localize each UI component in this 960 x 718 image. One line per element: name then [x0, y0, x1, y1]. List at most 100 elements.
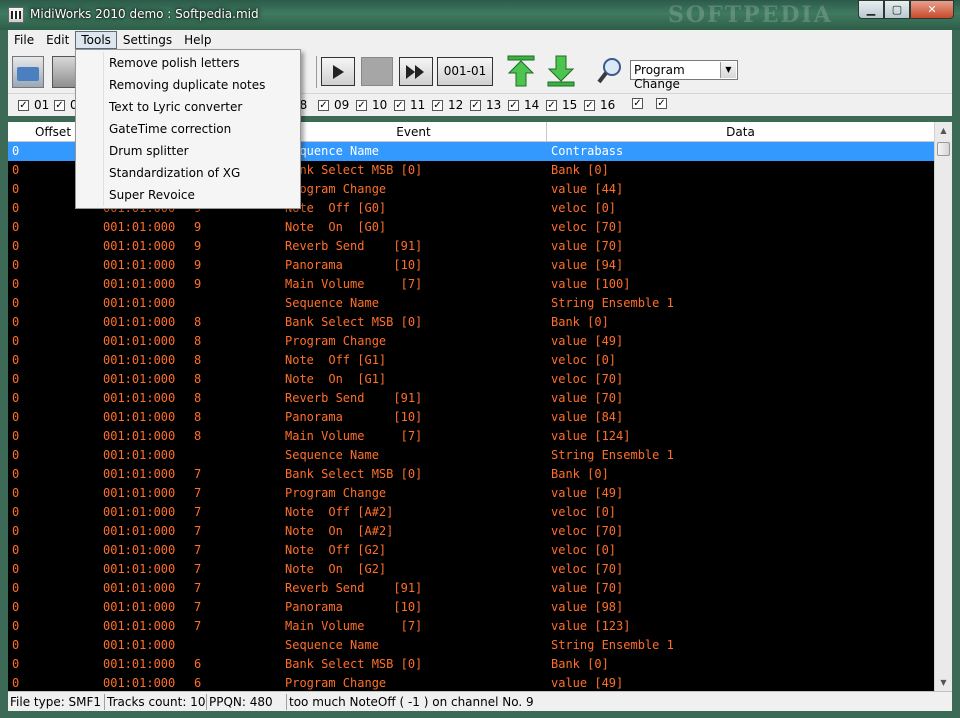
menu-file[interactable]: File: [8, 31, 40, 49]
table-row[interactable]: 0 001:01:000 8 Reverb Send [91] value [70]: [8, 389, 934, 408]
title-bar[interactable]: MidiWorks 2010 demo : Softpedia.mid SOFT…: [0, 0, 960, 30]
table-row[interactable]: 0 001:01:000 7 Panorama [10] value [98]: [8, 598, 934, 617]
checkbox[interactable]: ✓: [584, 99, 595, 111]
channel-toggle[interactable]: ✓ 12: [432, 98, 463, 112]
row-data: value [49]: [551, 334, 624, 348]
checkbox[interactable]: ✓: [318, 99, 329, 111]
maximize-button[interactable]: ▢: [884, 0, 910, 19]
row-event: Main Volume [7]: [285, 619, 423, 633]
column-event[interactable]: Event: [281, 122, 547, 142]
checkbox[interactable]: ✓: [54, 99, 65, 111]
channel-all-toggle[interactable]: ✓: [632, 98, 648, 109]
table-row[interactable]: 0 001:01:000 8 Program Change value [49]: [8, 332, 934, 351]
table-row[interactable]: 0 001:01:000 7 Note On [A#2] veloc [70]: [8, 522, 934, 541]
table-row[interactable]: 0 001:01:000 8 Main Volume [7] value [124]: [8, 427, 934, 446]
channel-toggle[interactable]: ✓ 15: [546, 98, 577, 112]
position-counter[interactable]: 001-01: [437, 57, 493, 86]
table-row[interactable]: 0 001:01:000 8 Note On [G1] veloc [70]: [8, 370, 934, 389]
scroll-up-icon[interactable]: ▲: [935, 122, 952, 139]
search-icon[interactable]: [596, 56, 624, 86]
table-row[interactable]: 0 001:01:000 7 Note Off [A#2] veloc [0]: [8, 503, 934, 522]
channel-toggle[interactable]: ✓ 14: [508, 98, 539, 112]
table-row[interactable]: 0 001:01:000 7 Note Off [G2] veloc [0]: [8, 541, 934, 560]
menu-edit[interactable]: Edit: [40, 31, 75, 49]
checkbox[interactable]: ✓: [432, 99, 443, 111]
app-icon[interactable]: [8, 7, 24, 23]
channel-toggle[interactable]: ✓ 09: [318, 98, 349, 112]
stop-button[interactable]: [361, 57, 393, 86]
fast-forward-button[interactable]: [399, 57, 433, 86]
row-data: value [124]: [551, 429, 631, 443]
table-row[interactable]: 0 001:01:000 7 Note On [G2] veloc [70]: [8, 560, 934, 579]
close-button[interactable]: ✕: [910, 0, 954, 19]
chevron-down-icon[interactable]: ▼: [720, 62, 736, 78]
row-track: 7: [194, 562, 202, 576]
column-data[interactable]: Data: [547, 122, 934, 142]
event-list[interactable]: 0 Sequence Name Contrabass 0 Bank Select MSB…: [8, 142, 934, 691]
table-row[interactable]: 0 001:01:000 7 Bank Select MSB [0] Bank [0]: [8, 465, 934, 484]
table-row[interactable]: 0 001:01:000 7 Program Change value [49]: [8, 484, 934, 503]
row-track: 8: [194, 410, 202, 424]
table-row[interactable]: 0 001:01:000 Sequence Name String Ensemble …: [8, 636, 934, 655]
row-data: value [49]: [551, 676, 624, 690]
table-row[interactable]: 0 001:01:000 8 Note Off [G1] veloc [0]: [8, 351, 934, 370]
move-down-icon[interactable]: [546, 54, 576, 88]
vertical-scrollbar[interactable]: ▲ ▼: [934, 122, 952, 691]
row-offset: 0: [12, 410, 20, 424]
row-data: String Ensemble 1: [551, 296, 674, 310]
checkbox[interactable]: ✓: [18, 99, 29, 111]
channel-toggle[interactable]: ✓ 10: [356, 98, 387, 112]
row-offset: 0: [12, 676, 20, 690]
minimize-button[interactable]: ▁: [858, 0, 884, 19]
row-event: Main Volume [7]: [285, 277, 423, 291]
table-row[interactable]: 0 001:01:000 9 Panorama [10] value [94]: [8, 256, 934, 275]
row-time: 001:01:000: [103, 448, 176, 462]
open-folder-icon[interactable]: [12, 56, 44, 88]
row-time: 001:01:000: [103, 410, 176, 424]
table-row[interactable]: 0 001:01:000 7 Main Volume [7] value [123]: [8, 617, 934, 636]
play-button[interactable]: [321, 57, 355, 86]
table-row[interactable]: 0 001:01:000 6 Program Change value [49]: [8, 674, 934, 691]
table-row[interactable]: 0 001:01:000 8 Bank Select MSB [0] Bank [0]: [8, 313, 934, 332]
menu-tools[interactable]: Tools: [75, 31, 117, 49]
checkbox[interactable]: ✓: [394, 99, 405, 111]
row-offset: 0: [12, 144, 20, 158]
menu-drum-splitter[interactable]: Drum splitter: [76, 140, 300, 162]
table-row[interactable]: 0 001:01:000 9 Reverb Send [91] value [70]: [8, 237, 934, 256]
table-row[interactable]: 0 001:01:000 7 Reverb Send [91] value [70]: [8, 579, 934, 598]
row-offset: 0: [12, 372, 20, 386]
table-row[interactable]: 0 001:01:000 Sequence Name String Ensemble …: [8, 294, 934, 313]
table-row[interactable]: 0 001:01:000 9 Main Volume [7] value [100]: [8, 275, 934, 294]
table-row[interactable]: 0 001:01:000 6 Bank Select MSB [0] Bank [0]: [8, 655, 934, 674]
row-data: Bank [0]: [551, 315, 609, 329]
checkbox[interactable]: ✓: [470, 99, 481, 111]
menu-help[interactable]: Help: [178, 31, 217, 49]
menu-gatetime-correction[interactable]: GateTime correction: [76, 118, 300, 140]
checkbox[interactable]: ✓: [656, 98, 667, 109]
menu-text-to-lyric-converter[interactable]: Text to Lyric converter: [76, 96, 300, 118]
menu-removing-duplicate-notes[interactable]: Removing duplicate notes: [76, 74, 300, 96]
channel-toggle[interactable]: ✓ 13: [470, 98, 501, 112]
checkbox[interactable]: ✓: [508, 99, 519, 111]
scroll-down-icon[interactable]: ▼: [935, 674, 952, 691]
menu-settings[interactable]: Settings: [117, 31, 178, 49]
table-row[interactable]: 0 001:01:000 Sequence Name String Ensemble …: [8, 446, 934, 465]
event-filter-select[interactable]: Program Change ▼: [630, 60, 738, 91]
channel-toggle[interactable]: ✓ 11: [394, 98, 425, 112]
channel-label: 13: [486, 98, 502, 112]
checkbox[interactable]: ✓: [546, 99, 557, 111]
menu-remove-polish-letters[interactable]: Remove polish letters: [76, 52, 300, 74]
move-up-icon[interactable]: [506, 54, 536, 88]
channel-toggle[interactable]: ✓ 01: [18, 98, 49, 112]
menu-standardization-of-xg[interactable]: Standardization of XG: [76, 162, 300, 184]
table-row[interactable]: 0 001:01:000 9 Note On [G0] veloc [70]: [8, 218, 934, 237]
row-offset: 0: [12, 467, 20, 481]
channel-none-toggle[interactable]: ✓: [656, 98, 672, 109]
checkbox[interactable]: ✓: [356, 99, 367, 111]
scroll-thumb[interactable]: [937, 142, 950, 156]
channel-toggle[interactable]: ✓ 16: [584, 98, 615, 112]
checkbox[interactable]: ✓: [632, 98, 643, 109]
menu-super-revoice[interactable]: Super Revoice: [76, 184, 300, 206]
table-row[interactable]: 0 001:01:000 8 Panorama [10] value [84]: [8, 408, 934, 427]
menu-gutter: [103, 52, 104, 206]
